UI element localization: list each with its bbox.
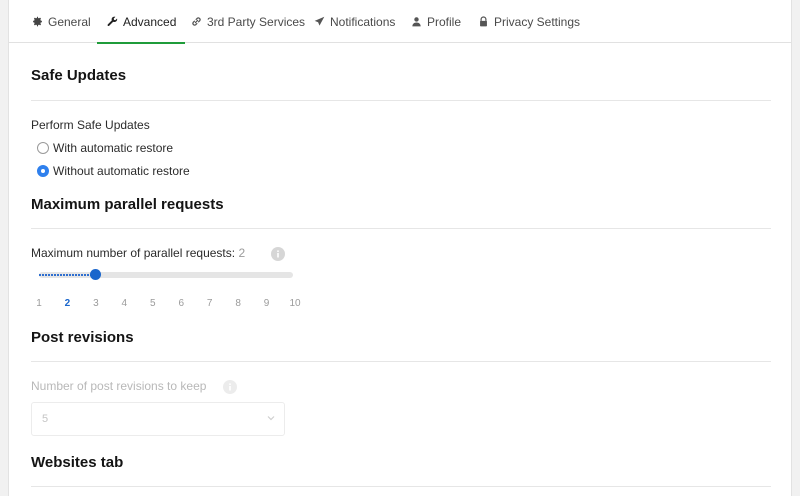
section-divider [31,100,771,101]
perform-safe-updates-label: Perform Safe Updates [31,118,150,132]
tab-profile[interactable]: Profile [410,0,461,43]
slider-tick-8[interactable]: 8 [228,298,248,309]
slider-tick-1[interactable]: 1 [29,298,49,309]
parallel-requests-slider[interactable] [39,269,293,280]
slider-tick-3[interactable]: 3 [86,298,106,309]
tab-3rd-party-services[interactable]: 3rd Party Services [190,0,305,43]
tab-general[interactable]: General [31,0,91,43]
link-icon [190,16,202,28]
post-revisions-heading: Post revisions [31,329,134,346]
info-icon[interactable] [271,247,285,261]
tab-label: Privacy Settings [494,14,581,29]
slider-tick-7[interactable]: 7 [200,298,220,309]
safe-updates-heading: Safe Updates [31,67,127,84]
tab-label: 3rd Party Services [207,14,306,29]
section-divider [31,361,771,362]
slider-tick-5[interactable]: 5 [143,298,163,309]
radio-label: Without automatic restore [53,164,190,178]
parallel-requests-value: 2 [238,246,246,260]
settings-card: General Advanced 3rd Party Services Noti… [8,0,792,496]
send-icon [313,16,325,28]
tab-privacy-settings[interactable]: Privacy Settings [477,0,580,43]
radio-label: With automatic restore [53,141,174,155]
info-icon[interactable] [223,380,237,394]
parallel-requests-label: Maximum number of parallel requests: 2 [31,246,245,260]
chevron-down-icon [266,413,276,426]
slider-handle[interactable] [90,269,102,280]
slider-tick-9[interactable]: 9 [257,298,277,309]
slider-tick-6[interactable]: 6 [171,298,191,309]
post-revisions-label: Number of post revisions to keep [31,379,207,393]
section-divider [31,228,771,229]
tab-label: Notifications [330,14,396,29]
tab-bar: General Advanced 3rd Party Services Noti… [9,0,791,44]
slider-tick-4[interactable]: 4 [114,298,134,309]
select-value: 5 [42,413,49,425]
slider-fill [39,274,96,276]
gear-icon [31,16,43,28]
radio-with-automatic-restore[interactable]: With automatic restore [37,141,173,155]
tab-notifications[interactable]: Notifications [313,0,395,43]
slider-tick-10[interactable]: 10 [285,298,305,309]
tab-label: General [48,14,91,29]
wrench-icon [106,16,118,28]
websites-tab-heading: Websites tab [31,454,124,471]
radio-without-automatic-restore[interactable]: Without automatic restore [37,164,190,178]
parallel-requests-heading: Maximum parallel requests [31,196,224,213]
radio-button[interactable] [37,142,49,154]
tab-label: Advanced [123,14,177,29]
post-revisions-select[interactable]: 5 [31,402,285,436]
parallel-requests-label-text: Maximum number of parallel requests: [31,246,236,260]
person-icon [410,16,422,28]
radio-button-selected[interactable] [37,165,49,177]
slider-ticks: 1 2 3 4 5 6 7 8 9 10 [31,298,301,312]
slider-tick-2[interactable]: 2 [57,298,77,309]
section-divider [31,486,771,487]
tab-advanced[interactable]: Advanced [97,0,186,44]
tab-label: Profile [427,14,462,29]
lock-icon [477,16,489,28]
